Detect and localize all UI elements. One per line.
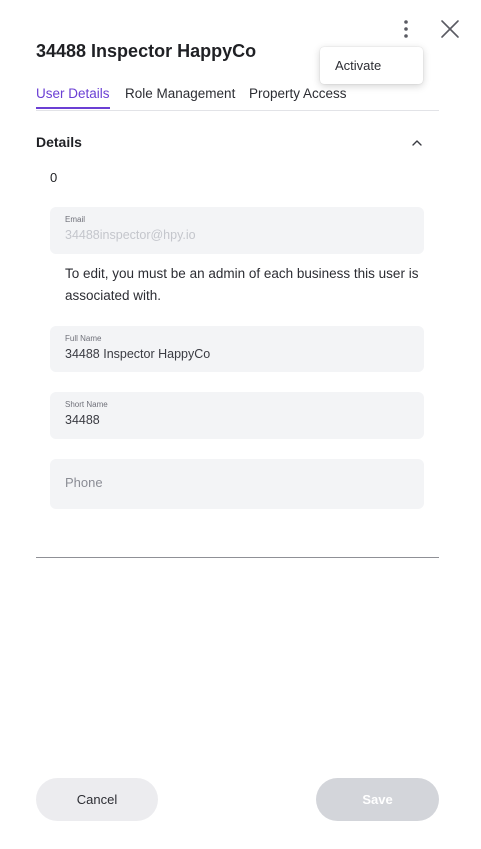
close-button[interactable] [438, 17, 462, 41]
more-options-menu: Activate [320, 47, 423, 84]
email-field-label: Email [65, 215, 86, 224]
chevron-up-icon [412, 140, 422, 146]
phone-field-placeholder: Phone [65, 475, 103, 490]
save-button[interactable]: Save [316, 778, 439, 821]
page-title: 34488 Inspector HappyCo [36, 41, 257, 61]
cancel-button[interactable]: Cancel [36, 778, 158, 821]
kebab-vertical-icon [404, 20, 408, 38]
more-options-button[interactable] [396, 18, 416, 40]
email-field: Email 34488inspector@hpy.io [50, 207, 424, 254]
short-name-field-label: Short Name [65, 400, 108, 409]
full-name-field[interactable]: Full Name 34488 Inspector HappyCo [50, 326, 424, 372]
tab-user-details[interactable]: User Details [36, 86, 110, 109]
menu-item-activate[interactable]: Activate [335, 58, 381, 73]
tab-bar: User Details Role Management Property Ac… [36, 85, 439, 111]
email-field-value: 34488inspector@hpy.io [65, 228, 196, 242]
section-divider [36, 557, 439, 558]
short-name-field[interactable]: Short Name 34488 [50, 392, 424, 439]
tab-role-management[interactable]: Role Management [125, 86, 235, 107]
details-collapse-toggle[interactable] [408, 134, 426, 152]
edit-permission-notice: To edit, you must be an admin of each bu… [65, 266, 419, 303]
phone-field[interactable]: Phone [50, 459, 424, 509]
tab-property-access[interactable]: Property Access [249, 86, 347, 107]
details-section-title: Details [36, 134, 82, 150]
details-count: 0 [50, 170, 58, 185]
full-name-field-label: Full Name [65, 334, 102, 343]
short-name-field-value[interactable]: 34488 [65, 413, 100, 427]
full-name-field-value[interactable]: 34488 Inspector HappyCo [65, 347, 210, 361]
close-x-icon [441, 20, 459, 38]
